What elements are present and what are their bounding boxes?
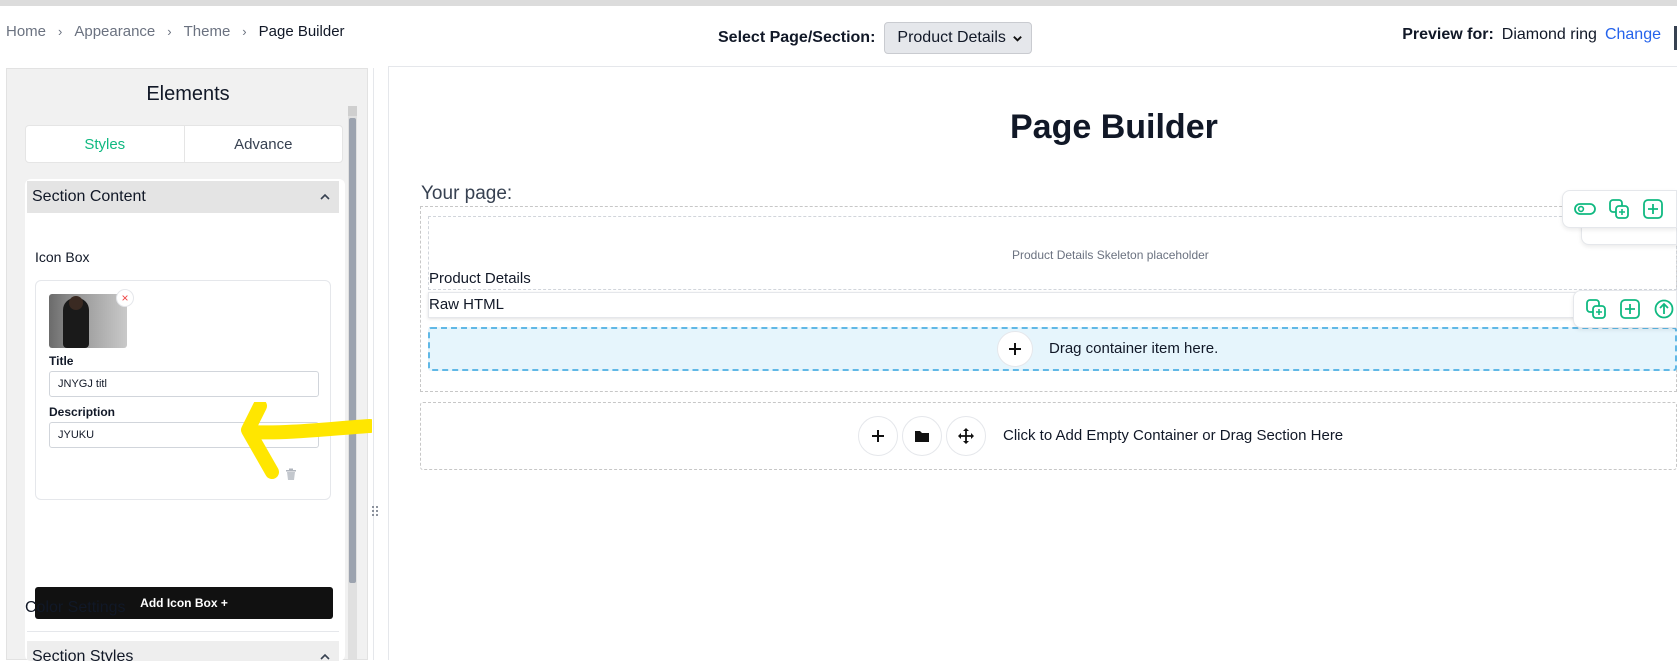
your-page-label: Your page: [421, 183, 513, 204]
chevron-down-icon [1013, 35, 1022, 42]
section-styles-header[interactable]: Section Styles [27, 641, 339, 661]
change-preview-link[interactable]: Change [1605, 26, 1661, 44]
description-label: Description [49, 405, 116, 419]
page-select-value: Product Details [897, 29, 1006, 46]
plus-icon [1009, 343, 1021, 355]
chevron-right-icon: › [242, 24, 247, 39]
breadcrumb: Home › Appearance › Theme › Page Builder [6, 23, 345, 40]
resize-grip-icon[interactable] [371, 504, 379, 518]
page-select-label: Select Page/Section: [718, 29, 876, 46]
title-input[interactable]: JNYGJ titl [49, 371, 319, 397]
breadcrumb-current: Page Builder [258, 23, 345, 40]
browser-top-strip [0, 0, 1677, 6]
raw-html-label: Raw HTML [429, 296, 505, 313]
drop-zone-text: Drag container item here. [1049, 340, 1219, 357]
add-empty-container-button[interactable] [858, 416, 898, 456]
remove-image-button[interactable]: × [116, 289, 134, 307]
container-toolbar [1562, 190, 1677, 228]
page-title: Page Builder [1010, 108, 1218, 146]
chevron-right-icon: › [167, 24, 172, 39]
tab-styles[interactable]: Styles [26, 126, 185, 162]
empty-container-text: Click to Add Empty Container or Drag Sec… [1003, 427, 1344, 444]
icon-box-image[interactable] [49, 294, 127, 348]
add-container-item-button[interactable] [997, 331, 1033, 367]
toggle-icon[interactable] [1573, 197, 1597, 221]
page-select-dropdown[interactable]: Product Details [884, 22, 1032, 54]
move-up-icon[interactable] [1652, 297, 1676, 321]
color-settings-heading: Color Settings [25, 599, 126, 616]
panel-title: Elements [146, 83, 230, 105]
open-library-button[interactable] [902, 416, 942, 456]
duplicate-icon[interactable] [1607, 197, 1631, 221]
add-square-icon[interactable] [1641, 197, 1665, 221]
panel-tabs: Styles Advance [25, 125, 343, 163]
section-styles-title: Section Styles [32, 648, 134, 661]
elements-panel: Elements Styles Advance Section Content … [6, 68, 368, 661]
chevron-up-icon [320, 193, 330, 200]
scrollbar-up-arrow[interactable] [348, 106, 357, 116]
folder-icon [915, 431, 929, 442]
panel-splitter [373, 68, 374, 660]
tab-advance[interactable]: Advance [185, 126, 343, 162]
divider [27, 631, 339, 632]
plus-icon [872, 430, 884, 442]
section-content-title: Section Content [32, 188, 146, 205]
image-figure-head [69, 296, 83, 310]
breadcrumb-home[interactable]: Home [6, 23, 46, 40]
title-label: Title [49, 354, 74, 368]
preview-product: Diamond ring [1501, 26, 1597, 43]
skeleton-placeholder-text: Product Details Skeleton placeholder [1012, 248, 1209, 262]
add-square-icon[interactable] [1618, 297, 1642, 321]
panel-scrollbar-thumb[interactable] [349, 118, 356, 583]
annotation-arrow [241, 402, 372, 479]
icon-box-label: Icon Box [35, 249, 90, 265]
move-icon [958, 428, 974, 444]
breadcrumb-appearance[interactable]: Appearance [74, 23, 155, 40]
breadcrumb-theme[interactable]: Theme [184, 23, 231, 40]
preview-label: Preview for: [1402, 26, 1494, 43]
preview-for: Preview for: Diamond ring Change [1402, 26, 1661, 44]
chevron-right-icon: › [58, 24, 63, 39]
raw-html-toolbar [1573, 290, 1677, 328]
section-content-header[interactable]: Section Content [27, 181, 339, 213]
raw-html-section[interactable] [428, 292, 1677, 318]
page-select-group: Select Page/Section: Product Details [718, 22, 1032, 54]
drop-zone[interactable]: Drag container item here. [428, 327, 1677, 371]
product-details-label: Product Details [429, 270, 531, 287]
duplicate-icon[interactable] [1584, 297, 1608, 321]
move-section-button[interactable] [946, 416, 986, 456]
